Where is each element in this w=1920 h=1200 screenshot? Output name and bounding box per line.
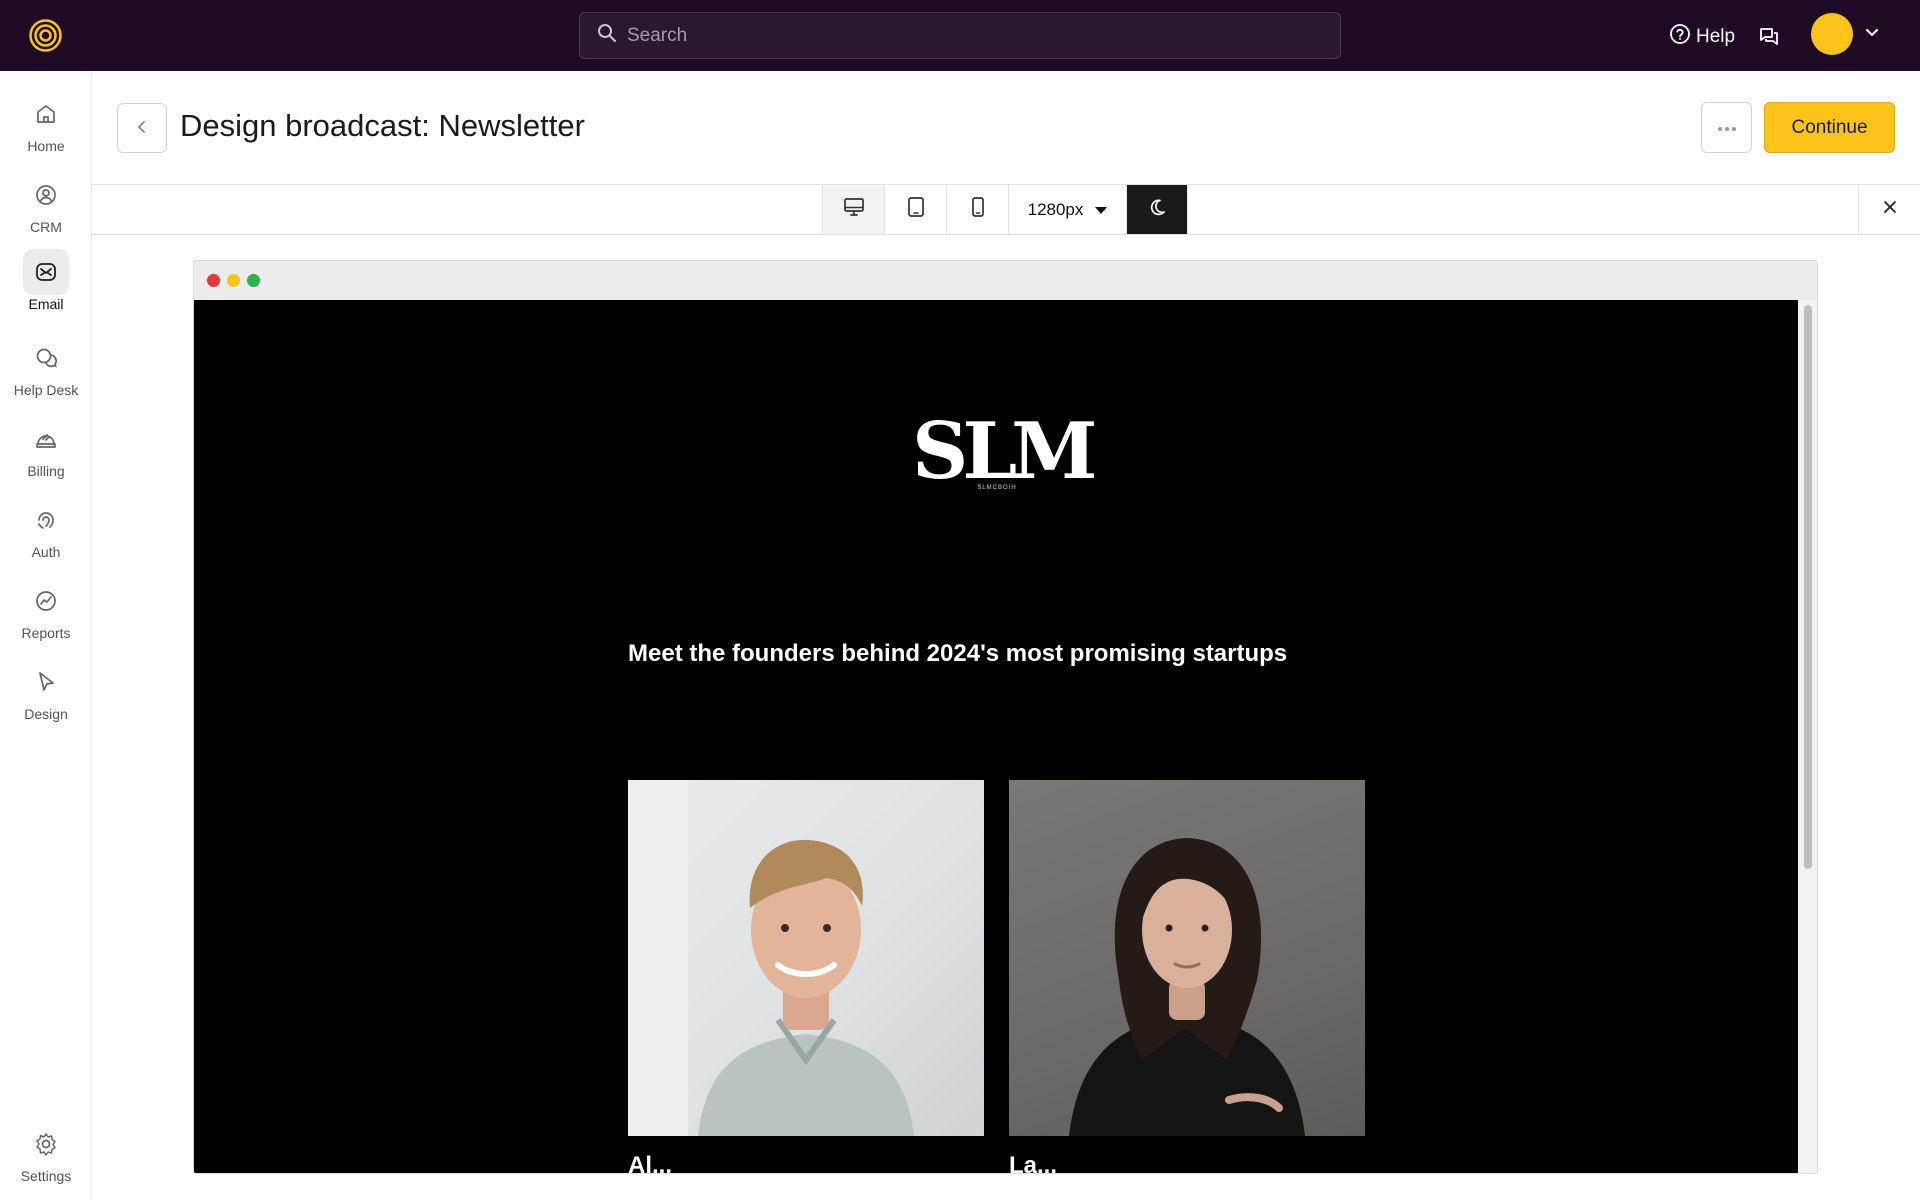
billing-icon [23, 416, 69, 462]
width-value: 1280px [1027, 199, 1084, 219]
width-select[interactable]: 1280px [1009, 185, 1127, 234]
sidebar-item-label: Settings [20, 1168, 72, 1184]
brand-logo: SLM SLMCBOIH [912, 406, 1098, 497]
user-circle-icon [23, 172, 69, 218]
tablet-icon [907, 196, 925, 223]
cursor-icon [23, 659, 69, 705]
founder-name: La... [1009, 1152, 1058, 1174]
sidebar-item-label: Design [24, 706, 68, 722]
app-logo[interactable] [29, 19, 62, 52]
more-options-button[interactable] [1701, 102, 1752, 153]
window-maximize-dot [247, 274, 260, 287]
sidebar-item-email[interactable]: Email [0, 249, 92, 312]
sidebar-item-label: Email [28, 296, 64, 312]
back-button[interactable] [117, 103, 167, 153]
email-headline: Meet the founders behind 2024's most pro… [628, 640, 1288, 667]
email-canvas[interactable]: SLM SLMCBOIH Meet the founders behind 20… [194, 300, 1798, 1174]
account-menu[interactable] [1811, 13, 1879, 55]
sidebar-item-crm[interactable]: CRM [0, 172, 92, 235]
sidebar-item-billing[interactable]: Billing [0, 416, 92, 479]
email-preview-window: SLM SLMCBOIH Meet the founders behind 20… [193, 260, 1818, 1174]
sidebar-item-label: Reports [21, 625, 71, 641]
founder-photo [628, 780, 984, 1136]
brand-wordmark: SLM [912, 406, 1098, 497]
caret-down-icon [1095, 200, 1108, 220]
chevron-down-icon [1865, 25, 1879, 43]
email-icon [23, 249, 69, 295]
more-horizontal-icon [1717, 120, 1737, 135]
scrollbar-thumb[interactable] [1804, 305, 1812, 869]
avatar[interactable] [1811, 13, 1853, 55]
sidebar-item-label: Help Desk [13, 382, 79, 398]
sidebar-item-label: Billing [27, 463, 65, 479]
desktop-view-button[interactable] [823, 185, 885, 234]
founder-name: Al... [628, 1152, 673, 1174]
help-button[interactable]: Help [1669, 23, 1735, 51]
sidebar-item-auth[interactable]: Auth [0, 497, 92, 560]
sidebar-item-reports[interactable]: Reports [0, 578, 92, 641]
help-label: Help [1696, 26, 1736, 47]
preview-toolbar: 1280px [92, 184, 1920, 235]
sidebar-item-help-desk[interactable]: Help Desk [0, 335, 92, 398]
messages-icon[interactable] [1757, 24, 1781, 53]
sidebar: Home CRM Email Help Desk Billing Auth Re… [0, 71, 92, 1200]
fingerprint-icon [23, 497, 69, 543]
chevron-left-icon [136, 120, 148, 137]
dark-mode-toggle[interactable] [1127, 185, 1188, 234]
close-preview-button[interactable] [1858, 185, 1920, 234]
chat-bubbles-icon [23, 335, 69, 381]
preview-scrollbar[interactable] [1798, 300, 1817, 1173]
window-titlebar [194, 261, 1817, 300]
top-bar: Help [0, 0, 1920, 71]
mobile-view-button[interactable] [947, 185, 1009, 234]
help-circle-icon [1669, 23, 1696, 51]
search-icon [597, 23, 617, 48]
mobile-icon [971, 196, 985, 223]
moon-icon [1148, 198, 1166, 221]
search-input[interactable] [627, 24, 1340, 47]
device-toggle-group: 1280px [822, 185, 1188, 234]
home-icon [23, 91, 69, 137]
founder-photo [1009, 780, 1365, 1136]
gear-icon [23, 1121, 69, 1167]
search-box[interactable] [579, 12, 1341, 59]
window-close-dot [207, 274, 220, 287]
sidebar-item-label: CRM [30, 219, 62, 235]
page-title: Design broadcast: Newsletter [180, 108, 585, 143]
window-minimize-dot [227, 274, 240, 287]
desktop-icon [843, 197, 865, 222]
continue-button[interactable]: Continue [1764, 102, 1895, 153]
sidebar-item-home[interactable]: Home [0, 91, 92, 154]
chart-icon [23, 578, 69, 624]
close-icon [1883, 200, 1897, 219]
sidebar-item-label: Home [27, 138, 65, 154]
sidebar-item-settings[interactable]: Settings [0, 1121, 92, 1184]
sidebar-item-label: Auth [31, 544, 61, 560]
sidebar-item-design[interactable]: Design [0, 659, 92, 722]
tablet-view-button[interactable] [885, 185, 947, 234]
